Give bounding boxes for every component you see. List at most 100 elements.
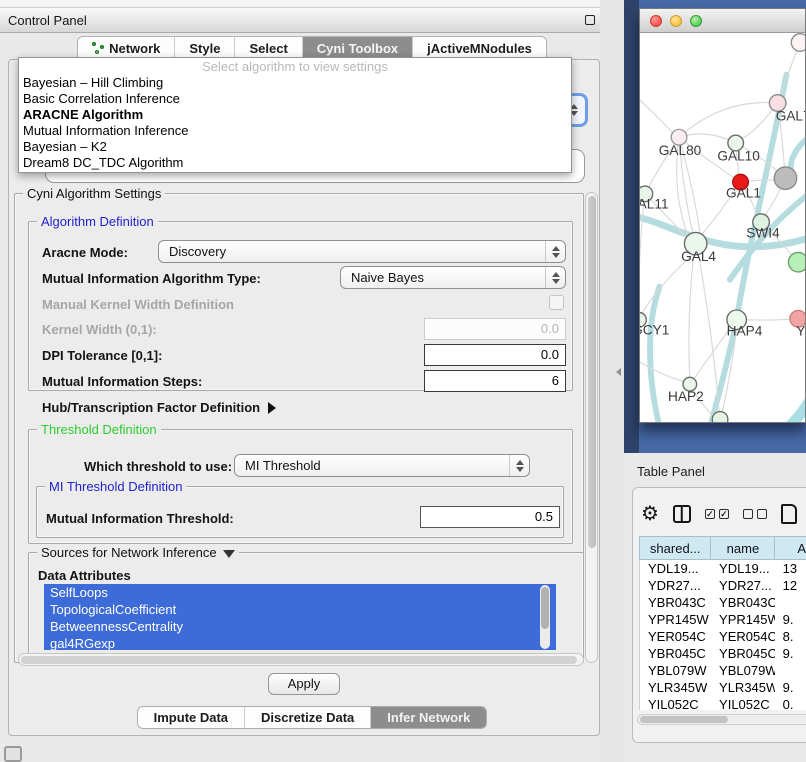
table-cell: YLR345W <box>711 679 775 696</box>
table-row[interactable]: YDR27...YDR27...12 <box>640 577 806 594</box>
table-row[interactable]: YDL19...YDL19...13 <box>640 560 806 577</box>
table-row[interactable]: YBR043CYBR043C <box>640 594 806 611</box>
hub-section-header[interactable]: Hub/Transcription Factor Definition <box>42 400 276 415</box>
data-attributes-list[interactable]: SelfLoopsTopologicalCoefficientBetweenne… <box>44 584 556 650</box>
node-label: HAP4 <box>727 323 763 338</box>
manual-kernel-checkbox[interactable] <box>549 295 564 310</box>
mi-type-combo[interactable]: Naive Bayes <box>340 266 566 289</box>
tab-impute-data[interactable]: Impute Data <box>138 707 245 728</box>
network-icon <box>92 42 104 54</box>
table-toolbar: ⚙ ✓✓ <box>641 496 806 532</box>
table-cell: YBR043C <box>640 594 711 611</box>
combo-arrows-icon <box>545 267 565 288</box>
attribute-item[interactable]: SelfLoops <box>44 584 556 601</box>
select-all-icon[interactable]: ✓✓ <box>705 509 729 519</box>
aracne-mode-label: Aracne Mode: <box>42 245 128 260</box>
screen: Control Panel ✖ NetworkStyleSelectCyni T… <box>0 0 806 762</box>
table-cell: 0. <box>775 696 806 710</box>
network-node[interactable] <box>712 412 728 422</box>
dpi-tolerance-field[interactable]: 0.0 <box>424 344 566 366</box>
settings-vertical-scrollbar[interactable] <box>585 192 598 663</box>
node-label: SWI4 <box>746 226 780 241</box>
attribute-item[interactable]: TopologicalCoefficient <box>44 601 556 618</box>
network-edge <box>679 134 736 143</box>
top-tabs: NetworkStyle Select Cyni Toolbox jActiveMNo… <box>77 36 547 59</box>
table-row[interactable]: YBR045CYBR045C9. <box>640 645 806 662</box>
divider-handle-icon[interactable] <box>616 368 621 376</box>
attributes-scrollbar[interactable] <box>540 585 550 649</box>
node-label: Y <box>796 323 805 338</box>
aracne-mode-combo[interactable]: Discovery <box>158 240 566 263</box>
tab-network[interactable]: Network <box>78 37 175 59</box>
node-table: shared...nameA YDL19...YDL19...13YDR27..… <box>639 536 806 710</box>
sources-title-row[interactable]: Sources for Network Inference <box>37 545 239 560</box>
attribute-item[interactable]: BetweennessCentrality <box>44 618 556 635</box>
tab-select[interactable]: Select <box>235 37 302 59</box>
network-node[interactable] <box>791 34 805 52</box>
mi-steps-field[interactable]: 6 <box>424 370 566 392</box>
tab-label: jActiveMNodules <box>427 41 532 56</box>
network-window-titlebar[interactable] <box>640 9 805 33</box>
sources-title: Sources for Network Inference <box>41 545 217 560</box>
table-row[interactable]: YBL079WYBL079W <box>640 662 806 679</box>
deselect-all-icon[interactable] <box>743 509 767 519</box>
network-node[interactable] <box>788 252 805 272</box>
gear-icon[interactable]: ⚙ <box>641 504 659 524</box>
tab-discretize-data[interactable]: Discretize Data <box>245 707 371 728</box>
float-window-icon[interactable] <box>585 15 595 25</box>
table-cell: 12 <box>775 577 806 594</box>
close-traffic-light-icon[interactable] <box>650 15 662 27</box>
table-cell: YPR145W <box>711 611 775 628</box>
column-header[interactable]: A <box>774 536 806 560</box>
node-label: GAL7 <box>776 109 805 124</box>
table-horizontal-scrollbar[interactable] <box>637 714 806 725</box>
network-graph[interactable]: GAL7GAL80GAL10GAL1GAL11SWI4GAL4GCY1HAP4Y… <box>640 33 805 422</box>
dropdown-item[interactable]: Mutual Information Inference <box>19 123 571 139</box>
mi-threshold-field[interactable]: 0.5 <box>420 506 560 528</box>
column-header[interactable]: shared... <box>639 536 710 560</box>
table-cell: YER054C <box>640 628 711 645</box>
settings-horizontal-scrollbar[interactable] <box>18 653 584 666</box>
attribute-item[interactable]: gal4RGexp <box>44 635 556 650</box>
network-canvas[interactable]: GAL7GAL80GAL10GAL1GAL11SWI4GAL4GCY1HAP4Y… <box>640 33 805 422</box>
network-edge <box>679 102 778 137</box>
table-row[interactable]: YPR145WYPR145W9. <box>640 611 806 628</box>
table-cell: YPR145W <box>640 611 711 628</box>
panel-divider[interactable] <box>600 0 624 762</box>
node-label: GAL4 <box>681 249 716 264</box>
node-label: GCY1 <box>640 322 669 337</box>
table-cell: YBR043C <box>711 594 775 611</box>
tab-infer-network[interactable]: Infer Network <box>371 707 486 728</box>
tab-cyni-toolbox[interactable]: Cyni Toolbox <box>303 37 413 59</box>
table-row[interactable]: YLR345WYLR345W9. <box>640 679 806 696</box>
table-row[interactable]: YER054CYER054C8. <box>640 628 806 645</box>
tab-label: Cyni Toolbox <box>317 41 398 56</box>
column-header[interactable]: name <box>710 536 774 560</box>
control-panel-tabbar: NetworkStyle Select Cyni Toolbox jActiveMNo… <box>0 36 624 59</box>
tab-label: Select <box>249 41 287 56</box>
table-cell: YBL079W <box>711 662 775 679</box>
dropdown-item[interactable]: ARACNE Algorithm <box>19 107 571 123</box>
table-cell: YBL079W <box>640 662 711 679</box>
node-label: GAL80 <box>659 143 702 158</box>
dropdown-item[interactable]: Bayesian – K2 <box>19 139 571 155</box>
tab-jactivemnodules[interactable]: jActiveMNodules <box>413 37 546 59</box>
dropdown-item[interactable]: Basic Correlation Inference <box>19 91 571 107</box>
dropdown-item[interactable]: Dream8 DC_TDC Algorithm <box>19 155 571 171</box>
table-row[interactable]: YIL052CYIL052C0. <box>640 696 806 710</box>
minimize-traffic-light-icon[interactable] <box>670 15 682 27</box>
zoom-traffic-light-icon[interactable] <box>690 15 702 27</box>
columns-icon[interactable] <box>673 505 691 523</box>
minimized-panel-icon[interactable] <box>4 746 22 762</box>
network-node[interactable] <box>774 167 796 189</box>
network-edge <box>742 397 805 422</box>
network-edge <box>640 194 645 313</box>
which-threshold-combo[interactable]: MI Threshold <box>234 454 530 477</box>
control-panel-title: Control Panel <box>8 13 585 28</box>
tab-style[interactable]: Style <box>175 37 235 59</box>
export-table-icon[interactable] <box>781 504 797 524</box>
apply-button[interactable]: Apply <box>268 673 340 695</box>
dropdown-item[interactable]: Bayesian – Hill Climbing <box>19 75 571 91</box>
network-edge <box>689 253 694 377</box>
table-body: YDL19...YDL19...13YDR27...YDR27...12YBR0… <box>639 560 806 710</box>
